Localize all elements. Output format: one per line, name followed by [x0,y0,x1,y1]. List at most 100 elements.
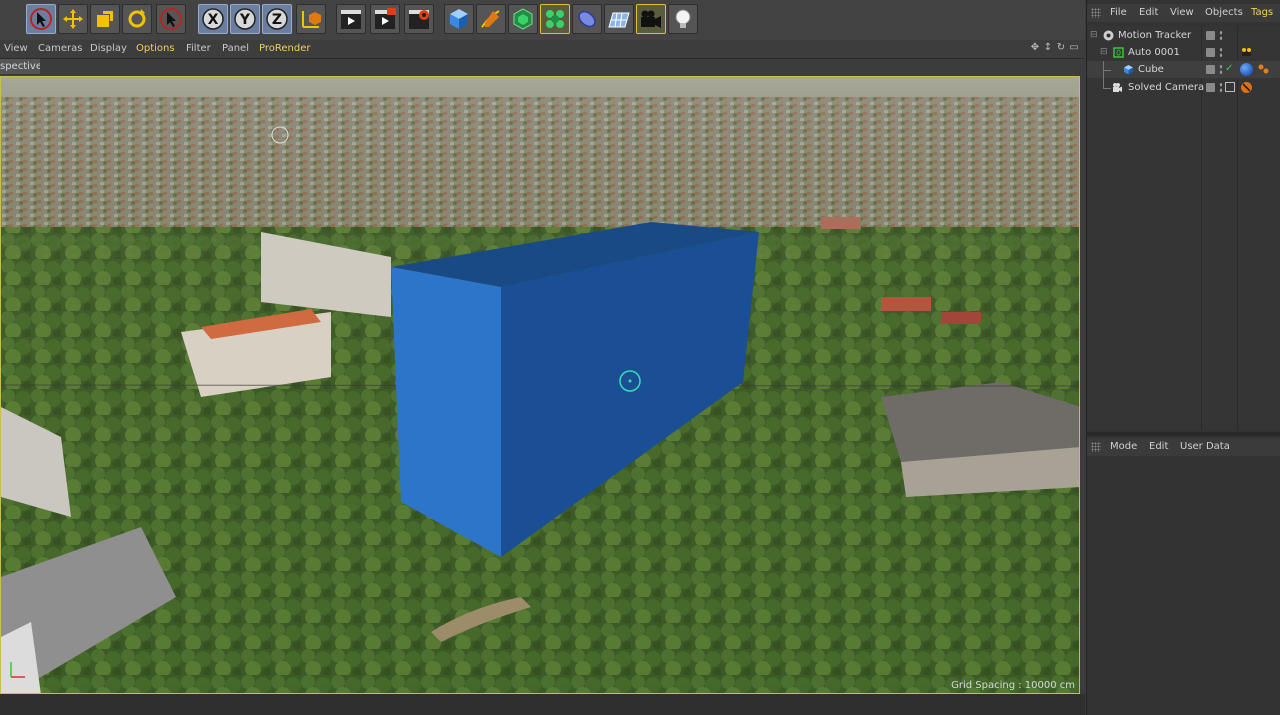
visibility-dots-icon[interactable] [1219,64,1223,75]
camera-target-icon[interactable] [1225,82,1235,92]
light-button[interactable] [668,4,698,34]
deformer-button[interactable] [572,4,602,34]
y-axis-lock-button[interactable]: Y [230,4,260,34]
list-item[interactable]: Solved Camera [1087,70,1280,96]
svg-text:0: 0 [1116,49,1121,58]
list-item[interactable]: ⊟ 0 Auto 0001 [1087,44,1280,61]
y-axis-lock-icon: Y [234,8,256,30]
camera-button[interactable] [636,4,666,34]
subdivision-icon [513,8,533,30]
menu-display[interactable]: Display [90,43,127,54]
recent-tool-icon [160,8,182,30]
enabled-check-icon[interactable]: ✓ [1225,63,1233,74]
svg-text:Z: Z [272,12,282,28]
om-menu-file[interactable]: File [1110,7,1127,18]
pan-icon[interactable]: ✥ [1030,42,1040,54]
move-button[interactable] [58,4,88,34]
coordinate-system-button[interactable] [296,4,326,34]
orbit-icon[interactable]: ↻ [1056,42,1066,54]
viewport-scene [1,77,1079,693]
panel-grip-icon[interactable] [1091,442,1101,452]
timeline-strip [0,694,1085,715]
solved-camera-icon [1113,83,1122,92]
floor-button[interactable] [604,4,634,34]
cloner-button[interactable] [540,4,570,34]
render-picture-viewer-button[interactable] [370,4,400,34]
render-settings-icon [409,10,429,29]
om-menu-edit[interactable]: Edit [1139,7,1158,18]
object-label[interactable]: Motion Tracker [1118,30,1191,41]
pen-spline-icon [481,10,500,28]
om-menu-objects[interactable]: Objects [1205,7,1243,18]
null-object-icon: 0 [1113,47,1124,58]
rotate-button[interactable] [122,4,152,34]
attribute-manager-menu: Mode Edit User Data [1087,438,1280,456]
main-toolbar: X Y Z [0,0,1085,41]
menu-panel[interactable]: Panel [222,43,249,54]
tracker-tag-icon[interactable] [1241,47,1252,58]
z-axis-lock-icon: Z [266,8,288,30]
layer-flag-icon[interactable] [1206,48,1215,57]
object-label[interactable]: Cube [1138,64,1164,75]
am-menu-mode[interactable]: Mode [1110,441,1137,452]
subdivision-button[interactable] [508,4,538,34]
maximize-icon[interactable]: ▭ [1069,42,1079,54]
svg-text:Y: Y [239,12,251,28]
layer-flag-icon[interactable] [1206,65,1215,74]
dolly-icon[interactable]: ↕ [1043,42,1053,54]
om-menu-tags[interactable]: Tags [1251,7,1273,18]
z-axis-lock-button[interactable]: Z [262,4,292,34]
panel-divider[interactable] [1087,432,1280,436]
protection-tag-icon[interactable] [1240,81,1253,94]
scale-icon [97,11,113,27]
recent-tool-button[interactable] [156,4,186,34]
live-selection-button[interactable] [26,4,56,34]
render-settings-button[interactable] [404,4,434,34]
am-menu-edit[interactable]: Edit [1149,441,1168,452]
scale-button[interactable] [90,4,120,34]
om-menu-view[interactable]: View [1170,7,1194,18]
x-axis-lock-button[interactable]: X [198,4,228,34]
menu-filter[interactable]: Filter [186,43,211,54]
viewport-nav-icons: ✥ ↕ ↻ ▭ [1030,42,1079,54]
pen-spline-button[interactable] [476,4,506,34]
move-icon [63,9,83,29]
collapse-icon[interactable]: ⊟ [1090,30,1098,40]
visibility-dots-icon[interactable] [1219,30,1223,41]
collapse-icon[interactable]: ⊟ [1100,47,1108,57]
floor-icon [608,12,630,28]
material-tag-icon[interactable] [1240,63,1253,76]
layer-flag-icon[interactable] [1206,83,1215,92]
object-label[interactable]: Auto 0001 [1128,47,1180,58]
list-item[interactable]: ⊟ Motion Tracker [1087,27,1280,44]
perspective-viewport[interactable]: Grid Spacing : 10000 cm [0,76,1080,694]
cube-object-button[interactable] [444,4,474,34]
object-list: ⊟ Motion Tracker ⊟ 0 Auto 0001 Cube ✓ So… [1087,26,1280,430]
visibility-dots-icon[interactable] [1219,47,1223,58]
coordinate-system-icon [302,11,321,28]
object-label[interactable]: Solved Camera [1128,82,1204,93]
camera-icon [641,10,661,28]
svg-text:X: X [208,12,219,28]
visibility-dots-icon[interactable] [1219,82,1223,93]
phong-tag-icon[interactable] [1257,63,1270,76]
render-view-icon [341,10,361,29]
render-view-button[interactable] [336,4,366,34]
menu-prorender[interactable]: ProRender [259,43,310,54]
render-picture-viewer-icon [375,8,396,29]
grid-spacing-readout: Grid Spacing : 10000 cm [951,680,1075,691]
object-manager-menu: File Edit View Objects Tags [1087,4,1280,22]
live-selection-icon [30,8,52,30]
viewport-camera-label[interactable]: spective [0,59,40,74]
menu-view[interactable]: View [4,43,28,54]
menu-cameras[interactable]: Cameras [38,43,82,54]
rotate-icon [128,9,146,28]
panel-grip-icon[interactable] [1091,8,1101,18]
menu-options[interactable]: Options [136,43,175,54]
cube-object-icon [450,9,468,29]
am-menu-user-data[interactable]: User Data [1180,441,1230,452]
motion-tracker-icon [1103,30,1114,41]
light-icon [675,9,691,28]
list-item[interactable]: Cube ✓ [1087,61,1280,78]
layer-flag-icon[interactable] [1206,31,1215,40]
